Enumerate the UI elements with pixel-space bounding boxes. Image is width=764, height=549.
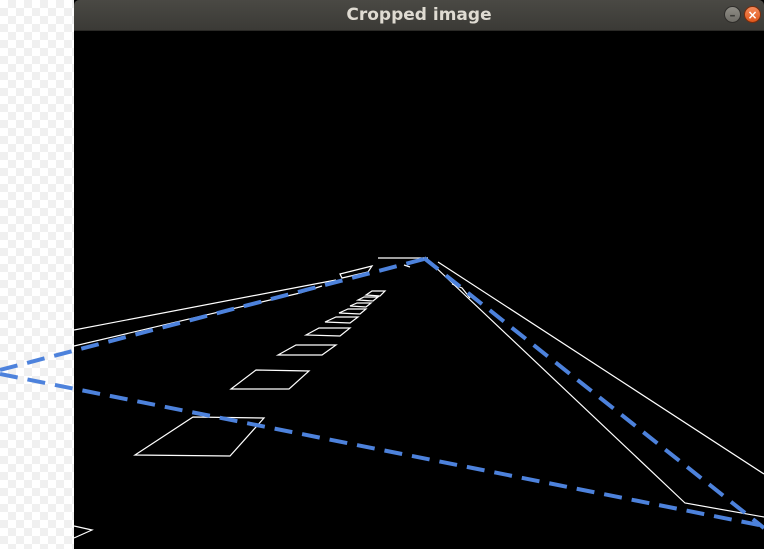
lane-marking: [229, 369, 311, 390]
edge-image: [74, 257, 764, 539]
image-window[interactable]: Cropped image – ×: [74, 0, 764, 549]
window-title: Cropped image: [346, 5, 492, 25]
horizon-edge-segment: [339, 265, 374, 279]
lane-marking: [355, 296, 380, 302]
edge-fragment: [74, 525, 94, 539]
close-icon: ×: [747, 8, 758, 22]
lane-marking: [349, 302, 373, 308]
left-edge-line-inner: [74, 285, 323, 347]
lane-marking: [275, 344, 338, 356]
left-edge-line-outer: [74, 279, 337, 331]
lane-marking: [133, 416, 266, 457]
desktop-background: Cropped image – ×: [0, 0, 764, 549]
right-edge-line-outer: [437, 261, 764, 475]
image-canvas: [74, 31, 764, 549]
window-titlebar[interactable]: Cropped image – ×: [74, 0, 764, 31]
close-button[interactable]: ×: [744, 6, 761, 23]
lane-marking: [364, 290, 387, 297]
minimize-icon: –: [729, 8, 736, 22]
right-edge-line-mid: [429, 261, 764, 518]
minimize-button[interactable]: –: [724, 6, 741, 23]
lane-marking: [338, 308, 368, 315]
horizon-edge-segment: [403, 264, 411, 268]
lane-marking: [324, 316, 360, 324]
lane-marking: [303, 327, 352, 337]
